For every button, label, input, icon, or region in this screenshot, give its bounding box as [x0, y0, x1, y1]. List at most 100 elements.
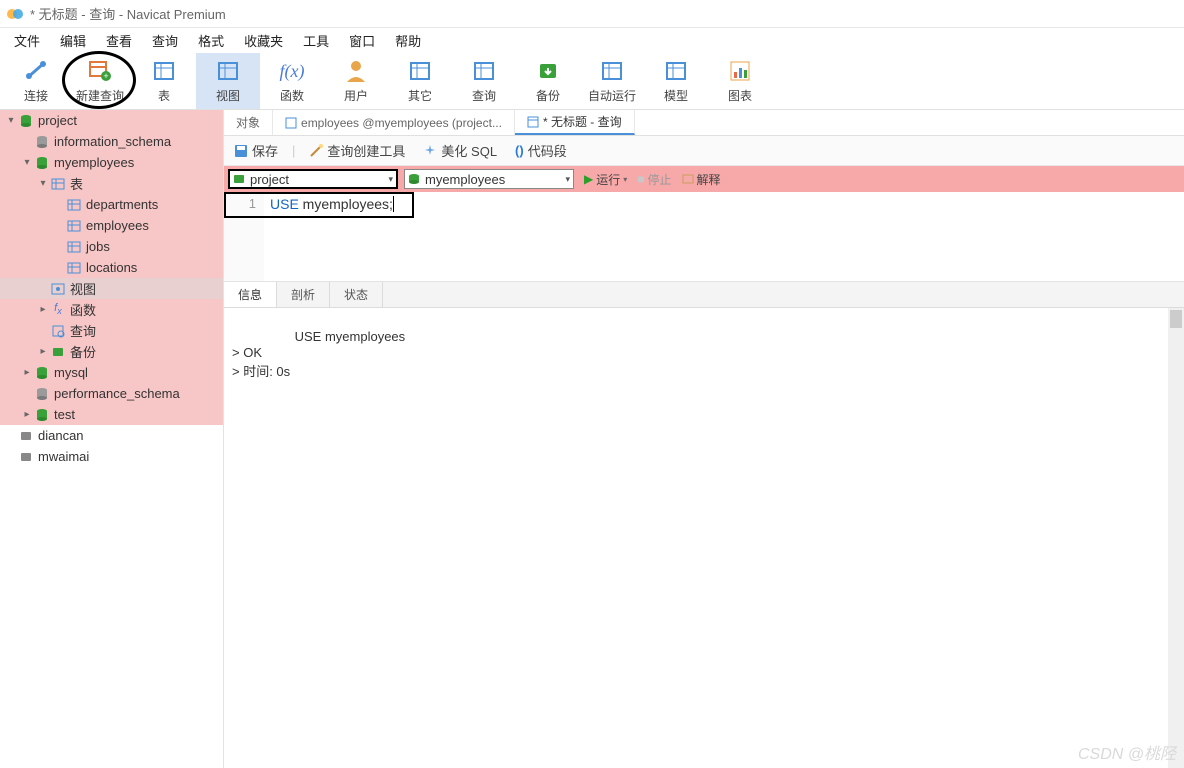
main-area: ▾projectinformation_schema▾myemployees▾表… — [0, 110, 1184, 768]
toolbar-connect-button[interactable]: 连接 — [4, 53, 68, 109]
vertical-scrollbar[interactable] — [1168, 308, 1184, 768]
object-tree[interactable]: ▾projectinformation_schema▾myemployees▾表… — [0, 110, 224, 768]
toolbar-label: 连接 — [24, 87, 48, 104]
toolbar-table-button[interactable]: 表 — [132, 53, 196, 109]
toolbar-query-button[interactable]: 查询 — [452, 53, 516, 109]
conn-gray-icon — [18, 428, 34, 444]
run-button[interactable]: ▶ 运行 ▾ — [580, 169, 631, 190]
table-icon — [66, 218, 82, 234]
tree-item-diancan[interactable]: diancan — [0, 425, 223, 446]
tree-label: locations — [86, 260, 137, 275]
scrollbar-thumb[interactable] — [1170, 310, 1182, 328]
menu-view[interactable]: 查看 — [96, 28, 142, 53]
tree-item-mwaimai[interactable]: mwaimai — [0, 446, 223, 467]
toolbar-newquery-button[interactable]: +新建查询 — [68, 53, 132, 109]
query-subtoolbar: 保存 | 查询创建工具 美化 SQL () 代码段 — [224, 136, 1184, 166]
database-value: myemployees — [425, 172, 505, 187]
doc-tab[interactable]: 对象 — [224, 110, 273, 135]
tree-item-performance-schema[interactable]: performance_schema — [0, 383, 223, 404]
result-text: USE myemployees > OK > 时间: 0s — [232, 329, 405, 379]
toolbar-function-button[interactable]: f(x)函数 — [260, 53, 324, 109]
tree-item---[interactable]: 查询 — [0, 320, 223, 341]
titlebar: * 无标题 - 查询 - Navicat Premium — [0, 0, 1184, 28]
menu-help[interactable]: 帮助 — [385, 28, 431, 53]
tree-item---[interactable]: ▸fx函数 — [0, 299, 223, 320]
tree-item-mysql[interactable]: ▸mysql — [0, 362, 223, 383]
expand-icon[interactable]: ▾ — [20, 157, 34, 168]
result-tab-info[interactable]: 信息 — [224, 282, 277, 307]
toolbar-chart-button[interactable]: 图表 — [708, 53, 772, 109]
query-icon — [470, 57, 498, 85]
document-tabs: 对象employees @myemployees (project...* 无标… — [224, 110, 1184, 136]
tree-item-departments[interactable]: departments — [0, 194, 223, 215]
tree-label: departments — [86, 197, 158, 212]
toolbar-user-button[interactable]: 用户 — [324, 53, 388, 109]
window-title: * 无标题 - 查询 - Navicat Premium — [30, 4, 226, 23]
stop-button[interactable]: ■ 停止 — [637, 171, 671, 188]
tree-item-locations[interactable]: locations — [0, 257, 223, 278]
tree-item-jobs[interactable]: jobs — [0, 236, 223, 257]
expand-icon[interactable]: ▾ — [4, 115, 18, 126]
sql-keyword: USE — [270, 196, 299, 212]
save-label: 保存 — [252, 141, 278, 160]
db-green-icon — [18, 113, 34, 129]
tree-item-information-schema[interactable]: information_schema — [0, 131, 223, 152]
right-panel: 对象employees @myemployees (project...* 无标… — [224, 110, 1184, 768]
tree-item---[interactable]: 视图 — [0, 278, 223, 299]
tree-label: 视图 — [70, 279, 96, 298]
tree-label: 备份 — [70, 342, 96, 361]
other-icon — [406, 57, 434, 85]
line-number: 1 — [249, 196, 256, 211]
tree-item---[interactable]: ▸ 备份 — [0, 341, 223, 362]
toolbar-other-button[interactable]: 其它 — [388, 53, 452, 109]
menu-window[interactable]: 窗口 — [339, 28, 385, 53]
toolbar-model-button[interactable]: 模型 — [644, 53, 708, 109]
save-button[interactable]: 保存 — [230, 139, 282, 162]
menu-file[interactable]: 文件 — [4, 28, 50, 53]
conn-gray-icon — [18, 449, 34, 465]
menu-favorites[interactable]: 收藏夹 — [234, 28, 293, 53]
tree-item-test[interactable]: ▸test — [0, 404, 223, 425]
table-icon — [66, 239, 82, 255]
doc-tab[interactable]: employees @myemployees (project... — [273, 110, 515, 135]
sql-editor[interactable]: 1 USE myemployees; — [224, 192, 1184, 282]
beautify-sql-button[interactable]: 美化 SQL — [419, 139, 501, 162]
expand-icon[interactable]: ▸ — [36, 304, 50, 315]
chevron-down-icon: ▾ — [565, 174, 570, 185]
tree-item-project[interactable]: ▾project — [0, 110, 223, 131]
explain-button[interactable]: 解释 — [678, 169, 725, 190]
expand-icon[interactable]: ▸ — [20, 409, 34, 420]
expand-icon[interactable]: ▸ — [36, 346, 50, 357]
menu-tools[interactable]: 工具 — [293, 28, 339, 53]
explain-icon — [682, 173, 694, 185]
toolbar-view-button[interactable]: 视图 — [196, 53, 260, 109]
result-tab-status[interactable]: 状态 — [330, 282, 383, 307]
tree-item-employees[interactable]: employees — [0, 215, 223, 236]
beautify-label: 美化 SQL — [441, 141, 497, 160]
toolbar-autorun-button[interactable]: 自动运行 — [580, 53, 644, 109]
tree-item-myemployees[interactable]: ▾myemployees — [0, 152, 223, 173]
db-green-icon — [34, 365, 50, 381]
tree-label: diancan — [38, 428, 84, 443]
menu-edit[interactable]: 编辑 — [50, 28, 96, 53]
tree-item--[interactable]: ▾表 — [0, 173, 223, 194]
expand-icon[interactable]: ▾ — [36, 178, 50, 189]
connection-select[interactable]: project ▾ — [228, 169, 398, 189]
db-gray-icon — [34, 134, 50, 150]
toolbar-backup-button[interactable]: 备份 — [516, 53, 580, 109]
db-green-icon — [34, 407, 50, 423]
tab-icon — [285, 117, 297, 129]
code-snippet-button[interactable]: () 代码段 — [511, 139, 571, 162]
menu-query[interactable]: 查询 — [142, 28, 188, 53]
editor-content[interactable]: USE myemployees; — [264, 192, 1184, 281]
dropdown-icon: ▾ — [623, 175, 627, 184]
wand-icon — [309, 144, 323, 158]
results-pane: 信息 剖析 状态 USE myemployees > OK > 时间: 0s — [224, 282, 1184, 768]
database-select[interactable]: myemployees ▾ — [404, 169, 574, 189]
expand-icon[interactable]: ▸ — [20, 367, 34, 378]
doc-tab[interactable]: * 无标题 - 查询 — [515, 110, 635, 135]
result-tab-profile[interactable]: 剖析 — [277, 282, 330, 307]
query-builder-button[interactable]: 查询创建工具 — [305, 139, 409, 162]
toolbar-label: 用户 — [344, 87, 368, 104]
menu-format[interactable]: 格式 — [188, 28, 234, 53]
